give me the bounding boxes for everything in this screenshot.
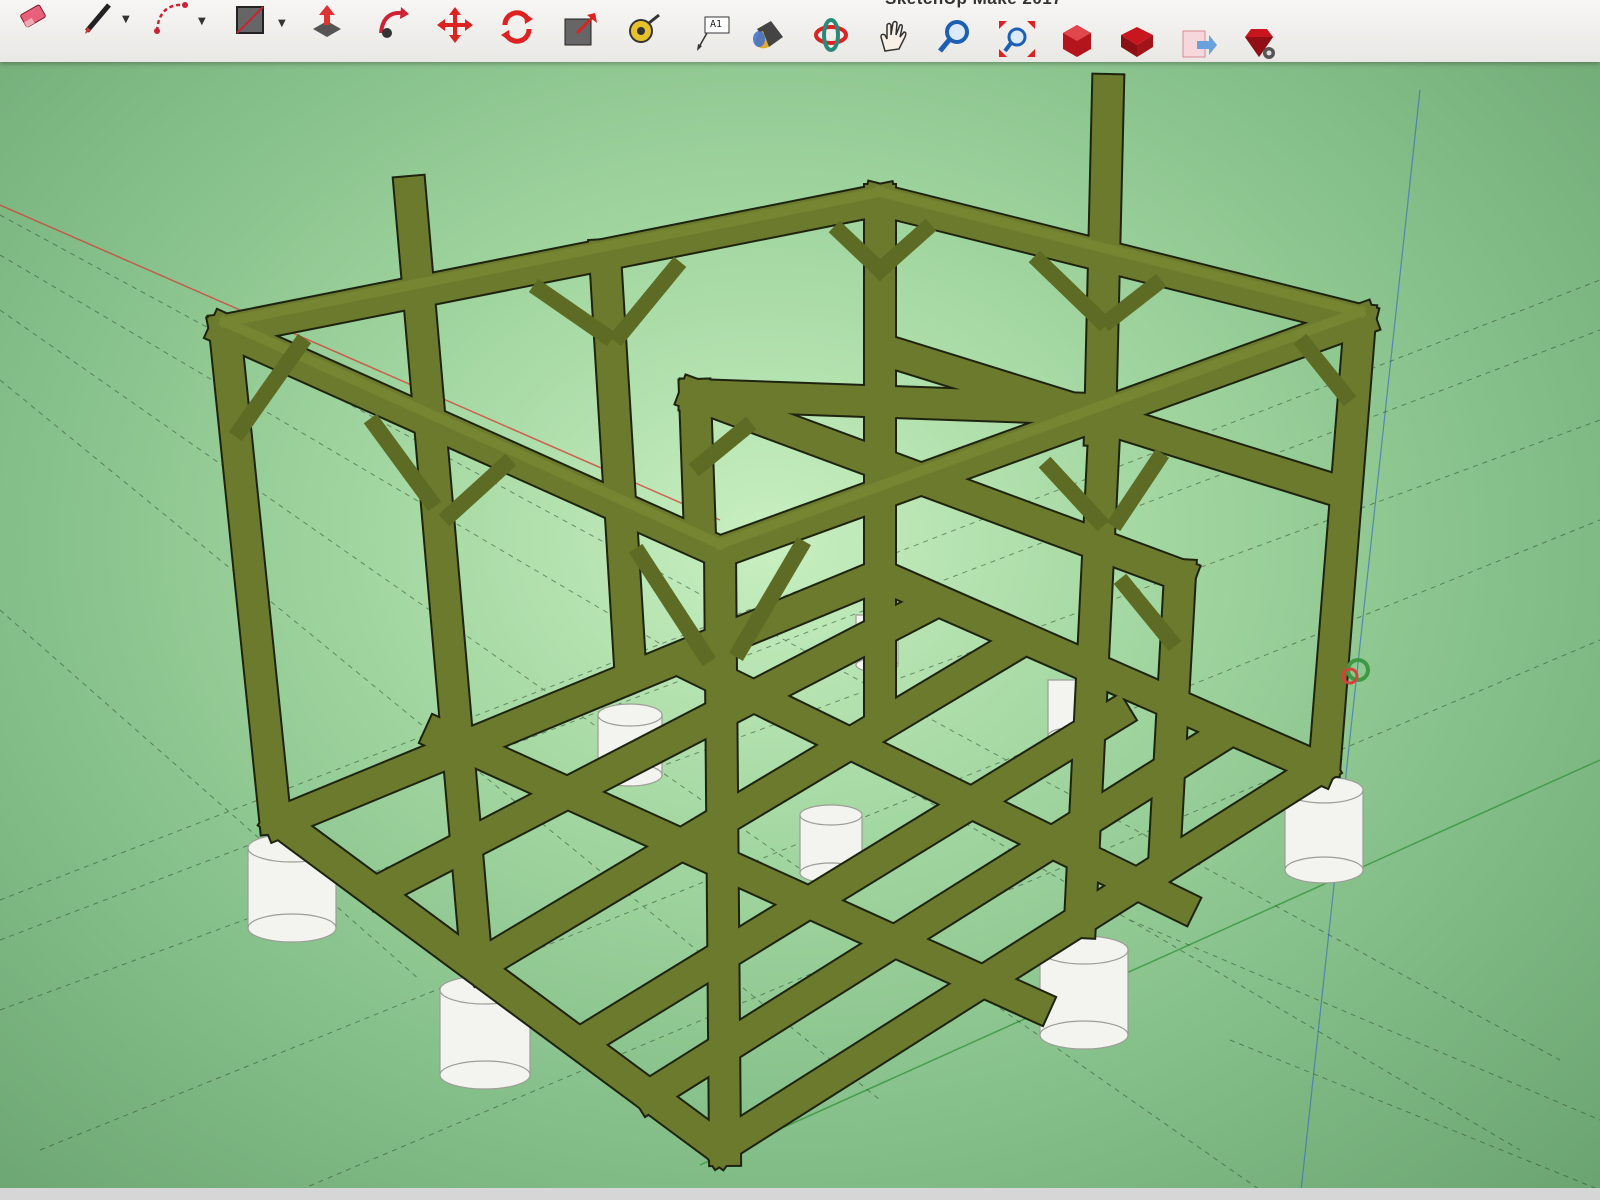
3d-warehouse-icon <box>1063 25 1091 57</box>
window-title: SketchUp Make 2017 <box>885 0 1062 9</box>
move-icon <box>437 7 473 43</box>
model-canvas[interactable] <box>0 62 1600 1200</box>
orbit-button[interactable] <box>808 12 854 58</box>
push-pull-button[interactable] <box>304 0 350 44</box>
follow-me-button[interactable] <box>370 0 416 46</box>
extension-manager-button[interactable] <box>1236 20 1282 66</box>
chevron-down-icon[interactable]: ▼ <box>278 18 286 29</box>
move-button[interactable] <box>432 2 478 48</box>
send-to-layout-icon <box>1182 30 1217 58</box>
chevron-down-icon[interactable]: ▼ <box>122 14 130 25</box>
extension-manager-icon <box>1245 29 1275 59</box>
line-tool-button[interactable]: ▼ <box>76 0 130 40</box>
pan-hand-icon <box>880 20 907 52</box>
timber-frame <box>202 72 1382 1172</box>
text-tool-label: A1 <box>710 19 723 30</box>
rotate-icon <box>501 10 533 44</box>
modeling-viewport[interactable] <box>0 62 1600 1200</box>
scale-icon <box>564 13 597 46</box>
arc-tool-button[interactable]: ▼ <box>148 0 206 40</box>
tape-measure-button[interactable] <box>620 8 666 54</box>
scale-button[interactable] <box>558 6 604 52</box>
tape-measure-icon <box>629 13 660 43</box>
extension-warehouse-icon <box>1121 27 1153 57</box>
push-pull-icon <box>313 5 341 37</box>
paint-bucket-button[interactable] <box>746 12 792 58</box>
eraser-icon <box>20 4 46 28</box>
orbit-icon <box>814 18 848 52</box>
paint-bucket-icon <box>753 21 783 49</box>
warehouse-button[interactable] <box>1054 18 1100 64</box>
axis-guides <box>0 89 1600 1200</box>
zoom-extents-button[interactable] <box>994 16 1040 62</box>
zoom-extents-icon <box>999 21 1035 57</box>
chevron-down-icon[interactable]: ▼ <box>198 16 206 27</box>
large-tool-set-toolbar: ▼ ▼ ▼ A1 <box>0 0 1600 62</box>
pencil-line-icon <box>85 3 111 34</box>
status-bar <box>0 1188 1600 1200</box>
arc-icon <box>154 2 188 34</box>
zoom-icon <box>938 20 969 53</box>
zoom-button[interactable] <box>932 14 978 60</box>
text-tool-button[interactable]: A1 <box>690 10 736 56</box>
extension-warehouse-button[interactable] <box>1114 18 1160 64</box>
rectangle-tool-button[interactable]: ▼ <box>228 0 286 42</box>
send-to-layout-button[interactable] <box>1176 20 1222 66</box>
sketchup-window: SketchUp Make 2017 ▼ ▼ <box>0 0 1600 1200</box>
rectangle-icon <box>236 6 264 34</box>
follow-me-icon <box>379 7 409 38</box>
eraser-button[interactable] <box>10 0 56 40</box>
pan-button[interactable] <box>870 14 916 60</box>
rotate-button[interactable] <box>494 4 540 50</box>
